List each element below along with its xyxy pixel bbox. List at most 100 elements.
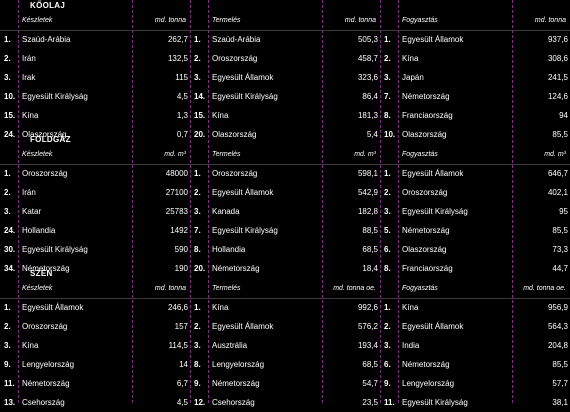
country-cell: Irán	[22, 54, 36, 63]
value-cell: 27100	[165, 188, 188, 197]
table-row: 11. Németország 6,7 9. Németország 54,7 9. Leng…	[0, 374, 570, 393]
rank-cell: 10.	[4, 92, 16, 101]
rank-cell: 9.	[384, 379, 391, 388]
rank-cell: 2.	[4, 54, 11, 63]
table-row: 3. Katar 25783 3. Kanada 182,8 3. Egyesült Kirá…	[0, 202, 570, 221]
header-unit: md. tonna	[154, 285, 186, 292]
country-cell: Hollandia	[212, 245, 246, 254]
rank-cell: 3.	[4, 341, 11, 350]
header-unit: md. m³	[164, 151, 186, 158]
value-cell: 542,9	[357, 188, 378, 197]
country-cell: Németország	[212, 264, 260, 273]
rank-cell: 3.	[384, 73, 391, 82]
value-cell: 190	[174, 264, 188, 273]
rank-cell: 2.	[384, 322, 391, 331]
value-cell: 85,5	[552, 130, 568, 139]
rank-cell: 1.	[194, 35, 201, 44]
country-cell: Ausztrália	[212, 341, 248, 350]
value-cell: 182,8	[357, 207, 378, 216]
country-cell: Egyesült Királyság	[212, 92, 278, 101]
country-cell: Franciaország	[402, 111, 453, 120]
table-row: 2. Oroszország 157 2. Egyesült Államok 576,2 2…	[0, 317, 570, 336]
rank-cell: 2.	[4, 188, 11, 197]
value-cell: 956,9	[547, 303, 568, 312]
rank-cell: 8.	[194, 360, 201, 369]
rank-cell: 7.	[194, 226, 201, 235]
rank-cell: 24.	[4, 130, 16, 139]
value-cell: 505,3	[357, 35, 378, 44]
country-cell: Japán	[402, 73, 424, 82]
header-unit: md. tonna oe.	[523, 285, 566, 292]
rank-cell: 15.	[194, 111, 206, 120]
country-cell: Németország	[212, 379, 260, 388]
value-cell: 576,2	[357, 322, 378, 331]
country-cell: Olaszország	[212, 130, 257, 139]
country-cell: Kína	[212, 111, 229, 120]
rank-cell: 8.	[194, 245, 201, 254]
header-category: Készletek	[22, 151, 53, 158]
country-cell: Szaúd-Arábia	[212, 35, 261, 44]
country-cell: Egyesült Államok	[402, 35, 464, 44]
country-cell: Olaszország	[402, 130, 447, 139]
value-cell: 992,6	[357, 303, 378, 312]
value-cell: 132,5	[167, 54, 188, 63]
country-cell: Németország	[402, 360, 450, 369]
country-cell: Egyesült Királyság	[22, 245, 88, 254]
rank-cell: 11.	[4, 379, 15, 388]
table-row: 24. Olaszország 0,7 20. Olaszország 5,4 10. Ola…	[0, 125, 570, 144]
country-cell: Franciaország	[402, 264, 453, 273]
country-cell: Egyesült Államok	[212, 322, 274, 331]
table-row: 3. Irak 115 3. Egyesült Államok 323,6 3. Japán 2…	[0, 68, 570, 87]
value-cell: 44,7	[552, 264, 568, 273]
rank-cell: 1.	[384, 35, 391, 44]
rank-cell: 8.	[384, 111, 391, 120]
value-cell: 5,4	[366, 130, 378, 139]
table-row: 2. Irán 27100 2. Egyesült Államok 542,9 2. Oros…	[0, 183, 570, 202]
country-cell: Irak	[22, 73, 36, 82]
rank-cell: 3.	[384, 341, 391, 350]
rank-cell: 1.	[384, 169, 391, 178]
value-cell: 564,3	[547, 322, 568, 331]
value-cell: 94	[559, 111, 568, 120]
rank-cell: 2.	[384, 54, 391, 63]
rank-cell: 3.	[194, 207, 201, 216]
value-cell: 246,6	[167, 303, 188, 312]
country-cell: Hollandia	[22, 226, 56, 235]
country-cell: Egyesült Királyság	[212, 226, 278, 235]
value-cell: 115	[175, 73, 188, 82]
country-cell: Oroszország	[22, 322, 68, 331]
value-cell: 181,3	[357, 111, 378, 120]
rank-cell: 2.	[194, 322, 201, 331]
header-category: Fogyasztás	[402, 17, 438, 24]
header-category: Készletek	[22, 285, 53, 292]
header-category: Termelés	[212, 151, 241, 158]
value-cell: 68,5	[362, 245, 378, 254]
value-cell: 4,5	[176, 92, 188, 101]
value-cell: 6,7	[176, 379, 188, 388]
rank-cell: 1.	[4, 303, 11, 312]
header-row: Készletek md. m³ Termelés md. m³ Fogyasztás m…	[0, 145, 570, 164]
country-cell: Kína	[402, 303, 419, 312]
country-cell: Kanada	[212, 207, 240, 216]
rank-cell: 15.	[4, 111, 16, 120]
country-cell: Lengyelország	[402, 379, 455, 388]
header-unit: md. tonna	[154, 17, 186, 24]
header-row: Készletek md. tonna Termelés md. tonna Fogya…	[0, 11, 570, 30]
country-cell: Oroszország	[212, 54, 258, 63]
value-cell: 88,5	[362, 226, 378, 235]
value-cell: 14	[179, 360, 188, 369]
country-cell: Kína	[212, 303, 229, 312]
rank-cell: 1.	[194, 169, 201, 178]
value-cell: 73,3	[552, 245, 568, 254]
value-cell: 590	[174, 245, 188, 254]
country-cell: Oroszország	[212, 169, 258, 178]
rank-cell: 24.	[4, 226, 16, 235]
value-cell: 25783	[165, 207, 188, 216]
value-cell: 458,7	[357, 54, 378, 63]
country-cell: Németország	[22, 379, 70, 388]
rank-cell: 9.	[194, 379, 201, 388]
header-category: Termelés	[212, 17, 241, 24]
country-cell: Oroszország	[22, 169, 68, 178]
value-cell: 157	[174, 322, 188, 331]
value-cell: 18,4	[362, 264, 378, 273]
